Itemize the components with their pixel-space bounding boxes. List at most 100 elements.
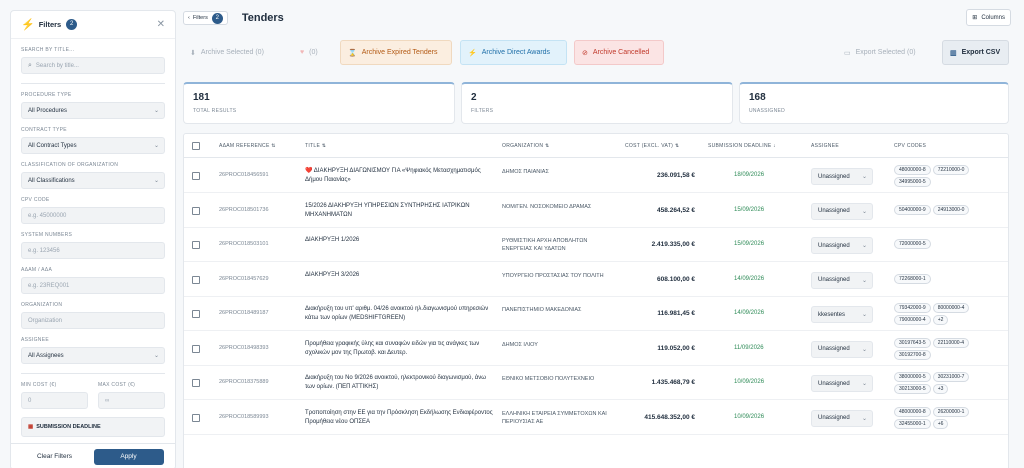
archive-direct-button[interactable]: ⚡ Archive Direct Awards [460, 40, 567, 65]
clear-filters-button[interactable]: Clear Filters [23, 453, 87, 460]
table-row[interactable]: 26PROC018498393 Προμήθεια γραφικής ύλης κ… [184, 332, 1008, 366]
row-checkbox[interactable] [192, 172, 200, 180]
tender-title[interactable]: Προμήθεια γραφικής ύλης και συναφών ειδώ… [305, 340, 495, 358]
row-checkbox[interactable] [192, 275, 200, 284]
tender-title[interactable]: 15/2026 ΔΙΑΚΗΡΥΞΗ ΥΠΗΡΕΣΙΩΝ ΣΥΝΤΗΡΗΣΗΣ Ι… [305, 202, 495, 220]
tender-title[interactable]: ❤️ ΔΙΑΚΗΡΥΞΗ ΔΙΑΓΩΝΙΣΜΟΥ ΓΙΑ «Ψηφιακός Μ… [305, 167, 495, 185]
assignee-select[interactable]: Unassigned ⌄ [811, 375, 873, 392]
col-organization[interactable]: ORGANIZATION ⇅ [502, 143, 549, 149]
adam-reference[interactable]: 26PROC018489187 [219, 310, 269, 316]
row-checkbox[interactable] [192, 413, 200, 422]
assignee-select[interactable]: Unassigned ⌄ [811, 168, 873, 185]
tender-title[interactable]: Τροποποίηση στην ΕΕ για την Πρόσκληση Εκ… [305, 409, 495, 427]
filters-toggle-button[interactable]: ‹ Filters 2 [183, 11, 228, 25]
hourglass-icon: ⌛ [348, 49, 357, 57]
cpv-code-input[interactable]: e.g. 45000000 [21, 207, 165, 224]
min-cost-input[interactable]: 0 [21, 392, 88, 409]
stat-label: TOTAL RESULTS [193, 108, 237, 114]
system-numbers-input[interactable]: e.g. 123456 [21, 242, 165, 259]
cpv-codes: 48000000-8 72210000-0 34995000-5 [894, 165, 1004, 187]
adam-reference[interactable]: 26PROC018589993 [219, 414, 269, 420]
close-icon[interactable]: ✕ [157, 19, 165, 30]
cpv-more-badge[interactable]: +3 [932, 384, 949, 394]
favorite-button[interactable]: ♥ (0) [293, 40, 333, 65]
search-placeholder: Search by title... [35, 62, 79, 69]
assignee-select[interactable]: Unassigned ⌄ [811, 271, 873, 289]
table-row[interactable]: 26PROC018457629 ΔΙΑΚΗΡΥΞΗ 3/2026 ΥΠΟΥΡΓΕΙΟ… [184, 263, 1008, 297]
classification-select[interactable]: All Classifications ⌄ [21, 172, 165, 189]
submission-deadline: 10/09/2026 [734, 379, 765, 385]
divider [21, 83, 165, 84]
organization-input[interactable]: Organization [21, 312, 165, 329]
max-cost-label: MAX COST (€) [98, 382, 136, 388]
assignee-select[interactable]: kkesentes ⌄ [811, 306, 873, 323]
assignee-select[interactable]: Unassigned ⌄ [811, 340, 873, 358]
tender-title[interactable]: ΔΙΑΚΗΡΥΞΗ 3/2026 [305, 271, 495, 280]
cpv-code-chip: 30197643-5 [894, 337, 931, 348]
row-checkbox[interactable] [192, 344, 200, 353]
adam-reference[interactable]: 26PROC018375889 [219, 379, 269, 385]
max-cost-input[interactable]: ∞ [98, 392, 165, 409]
organization: ΥΠΟΥΡΓΕΙΟ ΠΡΟΣΤΑΣΙΑΣ ΤΟΥ ΠΟΛΙΤΗ [502, 272, 604, 279]
submission-deadline-section[interactable]: ▦ SUBMISSION DEADLINE [21, 417, 165, 437]
tender-title[interactable]: Διακήρυξη του Νο 9/2026 ανοικτού, ηλεκτρ… [305, 374, 495, 392]
archive-cancelled-button[interactable]: ⊘ Archive Cancelled [574, 40, 664, 65]
bolt-icon: ⚡ [21, 19, 35, 31]
col-cost[interactable]: COST (EXCL. VAT) ⇅ [625, 143, 679, 149]
archive-selected-button[interactable]: ⬇ Archive Selected (0) [183, 40, 291, 65]
row-checkbox[interactable] [192, 206, 200, 215]
cpv-code-chip: 34995000-5 [894, 177, 931, 187]
export-csv-button[interactable]: ▥ Export CSV [942, 40, 1009, 65]
cpv-codes: 30197643-5 22110000-4 30192700-8 [894, 337, 1004, 360]
col-adam-reference[interactable]: ΑΔΑΜ REFERENCE ⇅ [219, 143, 276, 149]
tender-title[interactable]: ΔΙΑΚΗΡΥΞΗ 1/2026 [305, 236, 495, 245]
table-row[interactable]: 26PROC018456591 ❤️ ΔΙΑΚΗΡΥΞΗ ΔΙΑΓΩΝΙΣΜΟΥ … [184, 159, 1008, 193]
stat-label: UNASSIGNED [749, 108, 786, 114]
table-row[interactable]: 26PROC018589993 Τροποποίηση στην ΕΕ για τ… [184, 401, 1008, 435]
favorite-count: (0) [309, 49, 318, 56]
filters-count-badge: 2 [66, 19, 78, 30]
calendar-icon: ▦ [28, 424, 34, 430]
col-submission-deadline[interactable]: SUBMISSION DEADLINE ↓ [708, 143, 776, 149]
adam-input[interactable]: e.g. 23REQ001 [21, 277, 165, 294]
adam-reference[interactable]: 26PROC018456591 [219, 172, 269, 178]
table-row[interactable]: 26PROC018503101 ΔΙΑΚΗΡΥΞΗ 1/2026 ΡΥΘΜΙΣΤΙΚ… [184, 228, 1008, 262]
adam-reference[interactable]: 26PROC018503101 [219, 241, 269, 247]
contract-type-select[interactable]: All Contract Types ⌄ [21, 137, 165, 154]
archive-cancelled-label: Archive Cancelled [592, 49, 650, 56]
contract-type-label: CONTRACT TYPE [21, 127, 67, 133]
assignee-select[interactable]: Unassigned ⌄ [811, 409, 873, 427]
table-row[interactable]: 26PROC018489187 Διακήρυξη του υπ' αριθμ. … [184, 297, 1008, 331]
adam-reference[interactable]: 26PROC018501736 [219, 207, 269, 213]
assignee-select[interactable]: All Assignees ⌄ [21, 347, 165, 364]
cpv-more-badge[interactable]: +2 [932, 315, 949, 325]
procedure-type-select[interactable]: All Procedures ⌄ [21, 102, 165, 119]
cpv-more-badge[interactable]: +6 [932, 418, 949, 429]
adam-reference[interactable]: 26PROC018498393 [219, 345, 269, 351]
apply-button[interactable]: Apply [93, 448, 164, 465]
adam-reference[interactable]: 26PROC018457629 [219, 276, 269, 282]
tenders-table: ΑΔΑΜ REFERENCE ⇅ TITLE ⇅ ORGANIZATION ⇅ … [183, 133, 1009, 468]
row-checkbox[interactable] [192, 379, 200, 387]
submission-deadline: 18/09/2026 [734, 172, 765, 178]
row-checkbox[interactable] [192, 310, 200, 318]
chart-icon: ▥ [950, 49, 957, 57]
table-row[interactable]: 26PROC018501736 15/2026 ΔΙΑΚΗΡΥΞΗ ΥΠΗΡΕΣΙ… [184, 194, 1008, 228]
cost: 1.435.468,79 € [651, 379, 695, 386]
assignee-label: ASSIGNEE [21, 337, 49, 343]
tender-title[interactable]: Διακήρυξη του υπ' αριθμ. 04/26 ανοικτού … [305, 305, 495, 323]
sidebar-header: ⚡ Filters 2 ✕ [11, 11, 175, 39]
row-checkbox[interactable] [192, 241, 200, 249]
col-title[interactable]: TITLE ⇅ [305, 143, 326, 149]
search-title-input[interactable]: ⌕ Search by title... [21, 57, 165, 74]
cpv-code-chip: 48000000-8 [894, 406, 931, 417]
assignee-select[interactable]: Unassigned ⌄ [811, 202, 873, 220]
columns-button[interactable]: ⊞ Columns [966, 9, 1011, 26]
cpv-codes: 48000000-8 26200000-1 32455000-1 +6 [894, 406, 1004, 429]
organization-label: ORGANIZATION [21, 302, 63, 308]
archive-expired-button[interactable]: ⌛ Archive Expired Tenders [340, 40, 452, 65]
assignee-select[interactable]: Unassigned ⌄ [811, 237, 873, 254]
export-selected-button[interactable]: ▭ Export Selected (0) [837, 40, 933, 65]
select-all-checkbox[interactable] [192, 142, 200, 150]
table-row[interactable]: 26PROC018375889 Διακήρυξη του Νο 9/2026 α… [184, 366, 1008, 400]
